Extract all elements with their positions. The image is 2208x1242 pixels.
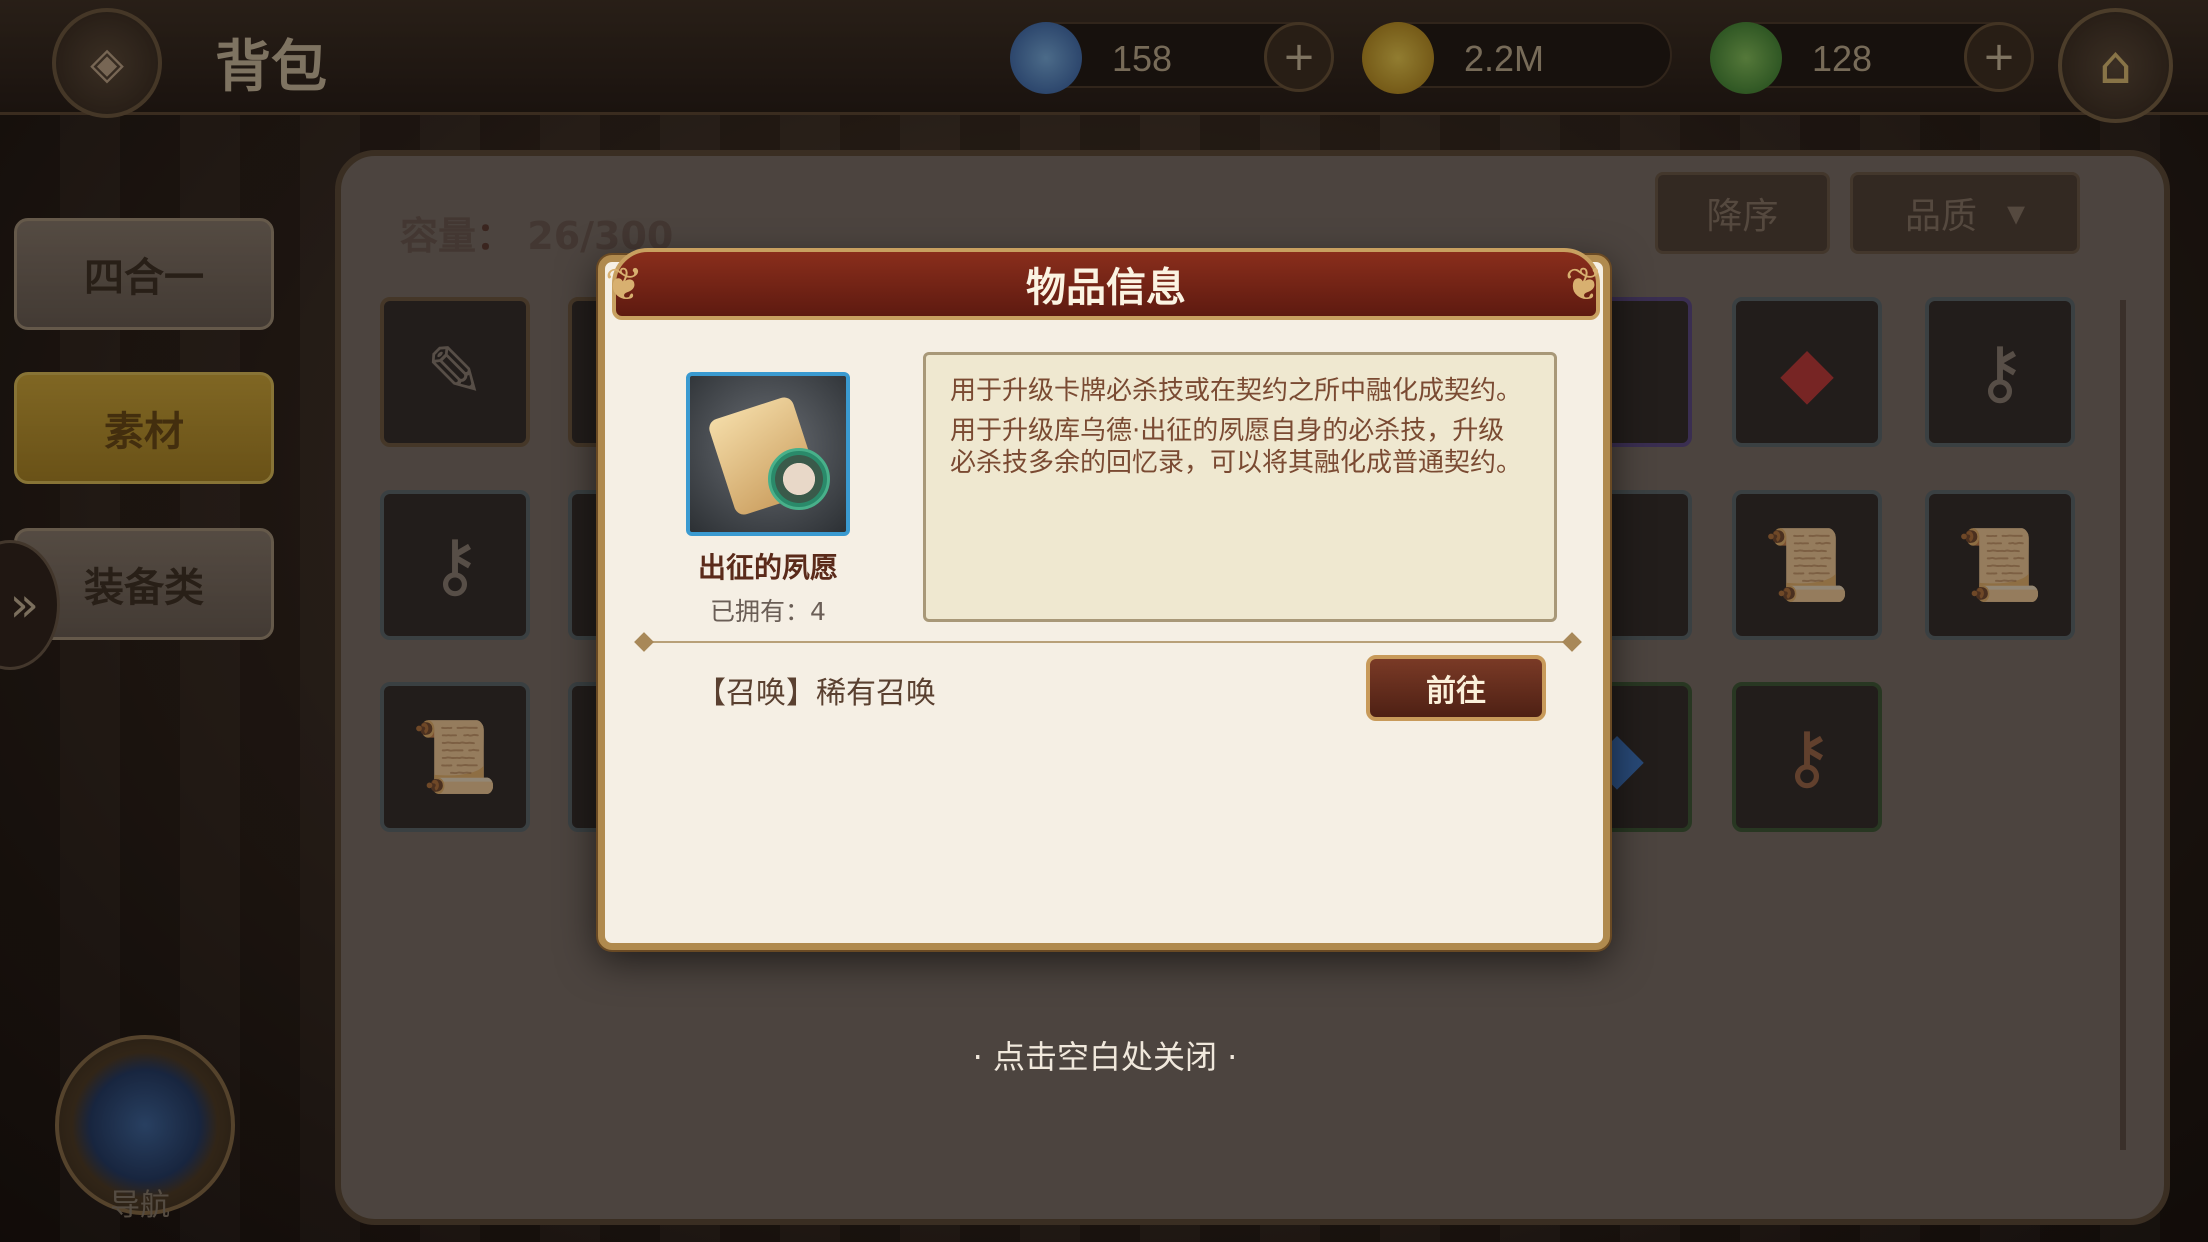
ornament-right-icon: ❦ <box>1564 257 1604 311</box>
item-icon <box>686 372 850 536</box>
ornament-left-icon: ❦ <box>604 257 644 311</box>
dialog-title: 物品信息 <box>1026 264 1186 311</box>
description-line: 用于升级库乌德·出征的夙愿自身的必杀技，升级必杀技多余的回忆录，可以将其融化成普… <box>950 416 1523 478</box>
close-hint: · 点击空白处关闭 · <box>972 1038 1238 1076</box>
dialog-header: 物品信息 <box>612 248 1600 320</box>
owned-count: 已拥有：4 <box>710 597 826 626</box>
description-line: 用于升级卡牌必杀技或在契约之所中融化成契约。 <box>950 376 1523 406</box>
source-label: 【召唤】稀有召唤 <box>696 676 936 711</box>
divider <box>645 641 1573 643</box>
go-button[interactable]: 前往 <box>1366 655 1546 721</box>
item-name: 出征的夙愿 <box>697 551 838 584</box>
item-description: 用于升级卡牌必杀技或在契约之所中融化成契约。 用于升级库乌德·出征的夙愿自身的必… <box>923 352 1557 622</box>
character-portrait-icon <box>768 448 830 510</box>
